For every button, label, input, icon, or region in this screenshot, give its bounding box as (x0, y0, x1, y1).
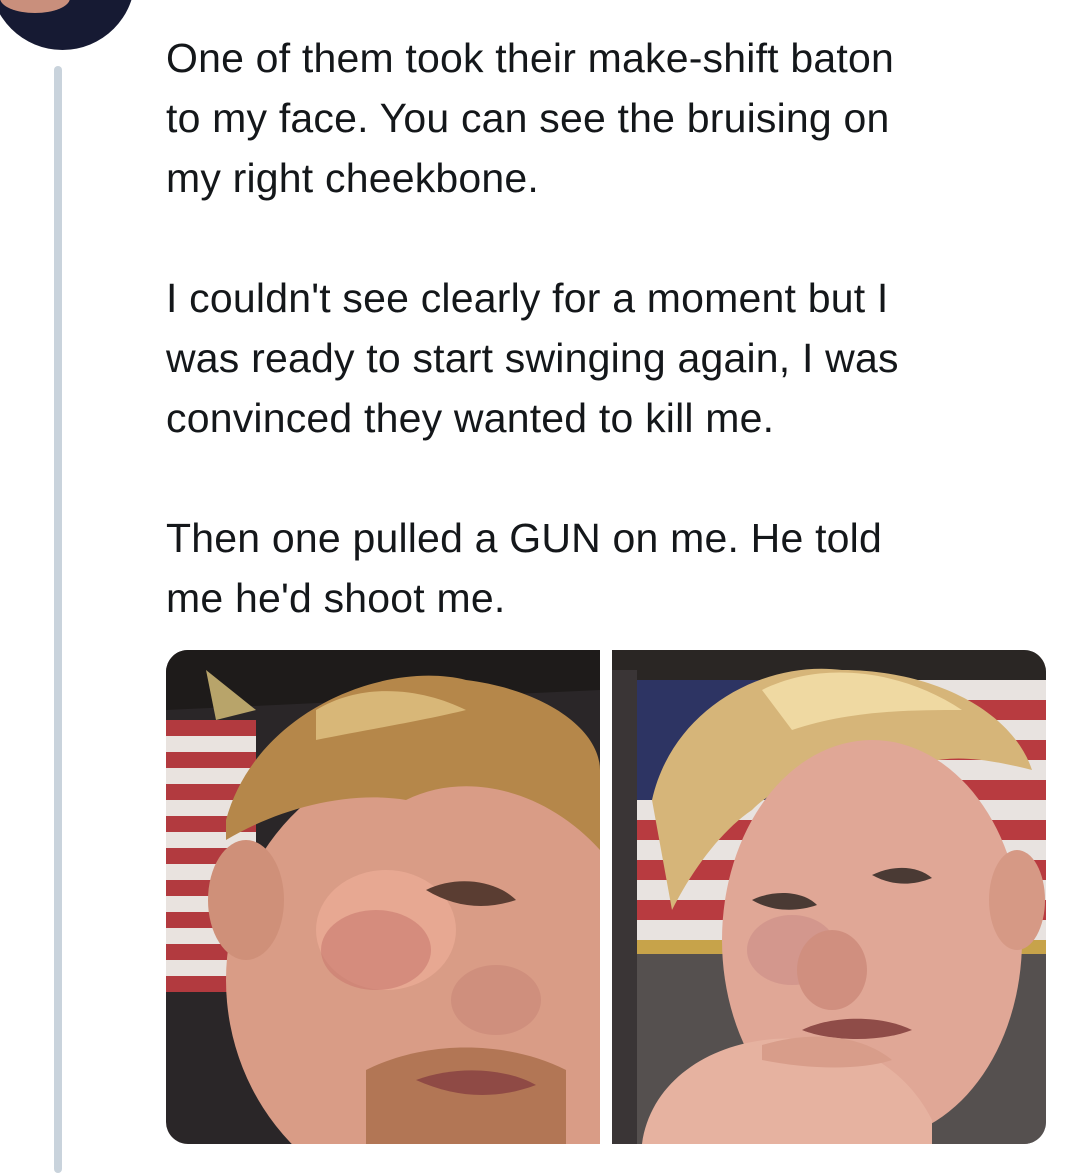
avatar[interactable] (0, 0, 135, 50)
photo-right[interactable] (612, 650, 1046, 1144)
photo-right-image (612, 650, 1046, 1144)
tweet-media-grid (166, 650, 1046, 1144)
photo-left[interactable] (166, 650, 600, 1144)
tweet-paragraph-1: One of them took their make-shift baton … (166, 35, 894, 201)
tweet-text: One of them took their make-shift baton … (166, 28, 1056, 628)
avatar-face (0, 0, 70, 13)
thread-line (54, 66, 62, 1173)
tweet-paragraph-2: I couldn't see clearly for a moment but … (166, 275, 899, 441)
media-divider (600, 650, 612, 1144)
tweet-paragraph-3: Then one pulled a GUN on me. He told me … (166, 515, 882, 621)
photo-left-image (166, 650, 600, 1144)
